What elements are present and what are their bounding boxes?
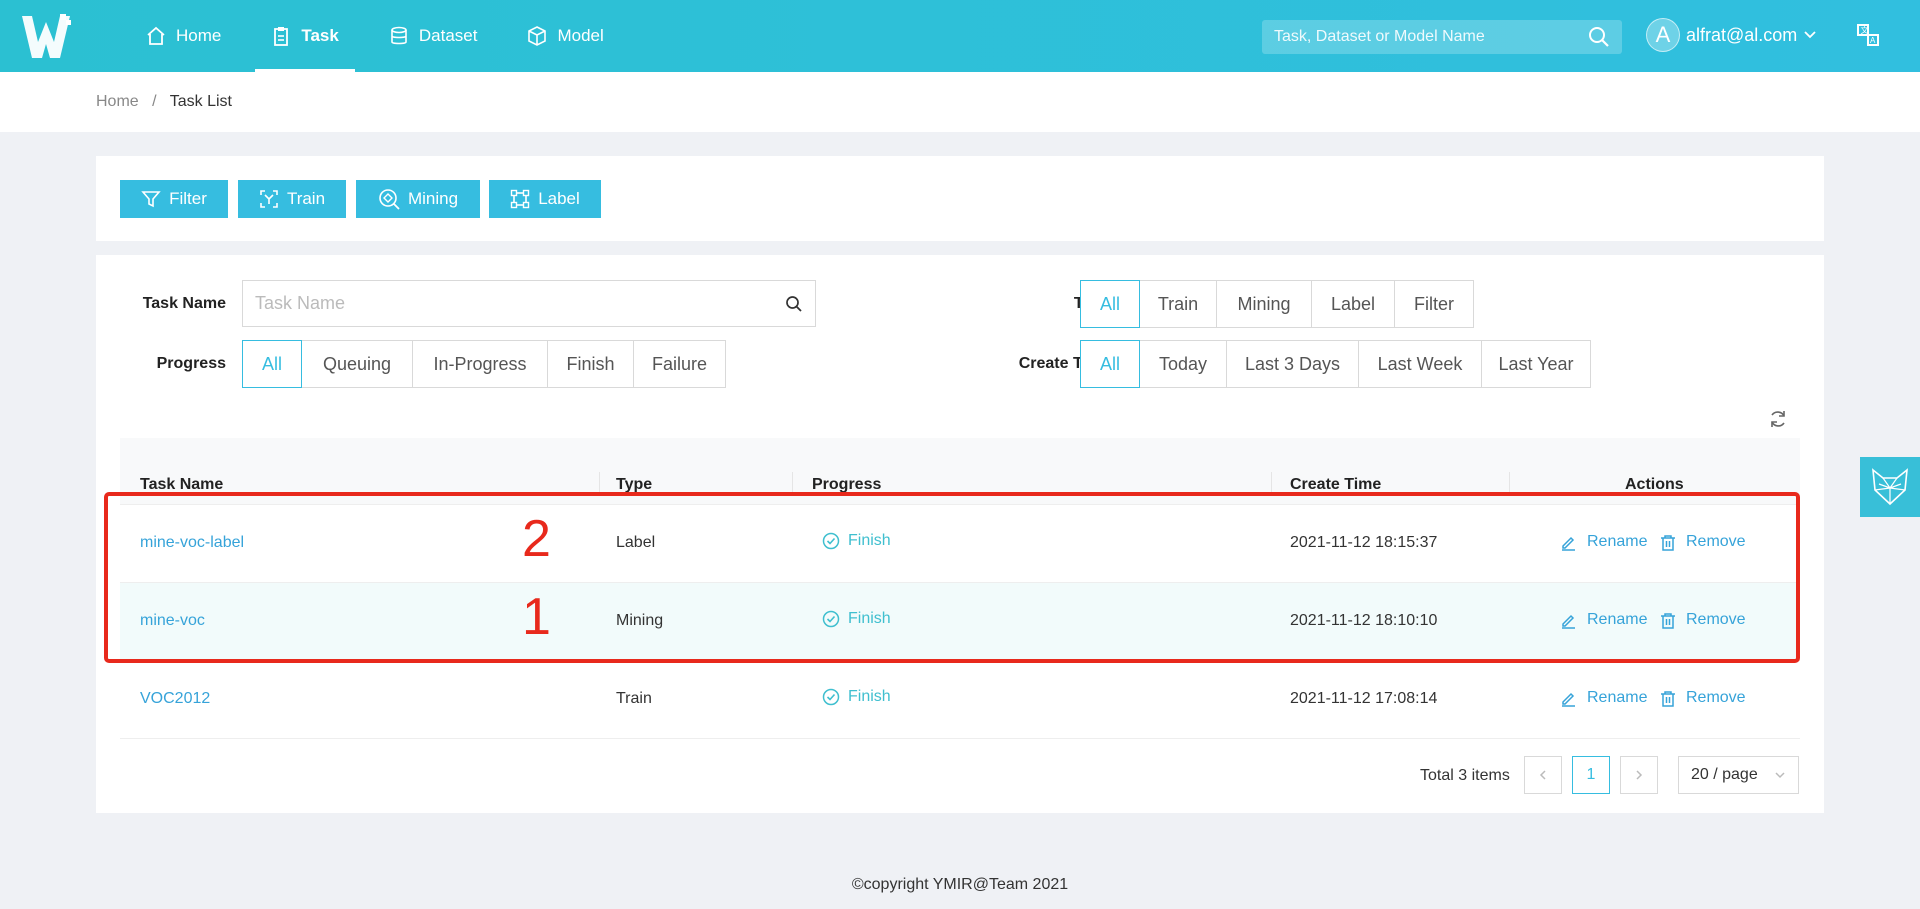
table-row: VOC2012 Train Finish 2021-11-12 17:08:14… (120, 661, 1800, 739)
breadcrumb-current: Task List (169, 93, 232, 110)
rename-label: Rename (1587, 689, 1648, 706)
type-filter-label: Type (736, 295, 1110, 313)
col-divider (599, 472, 600, 494)
train-button-label: Train (286, 189, 326, 208)
breadcrumb-bar: Home / Task List (0, 72, 1920, 132)
prev-page-button[interactable] (1524, 756, 1562, 794)
user-email: alfrat@al.com (1686, 24, 1798, 45)
train-icon (260, 190, 278, 208)
breadcrumb-separator: / (152, 93, 157, 110)
task-name-filter-label: Task Name (142, 295, 226, 312)
remove-button[interactable]: Remove (1660, 689, 1746, 707)
chevron-down-icon (1804, 31, 1816, 39)
next-page-button[interactable] (1620, 756, 1658, 794)
progress-filter: All Queuing In-Progress Finish Failure (242, 340, 726, 388)
task-type: Train (616, 690, 652, 707)
mining-button-label: Mining (407, 189, 459, 208)
rename-button[interactable]: Rename (1560, 689, 1647, 707)
time-option-last-year[interactable]: Last Year (1481, 340, 1591, 388)
clipboard-icon (274, 27, 289, 46)
filter-button[interactable]: Filter (120, 180, 228, 218)
user-menu[interactable]: A alfrat@al.com (1646, 18, 1817, 52)
filter-button-label: Filter (169, 189, 207, 208)
label-icon (510, 189, 530, 209)
progress-option-finish[interactable]: Finish (547, 340, 634, 388)
database-icon (391, 26, 407, 45)
create-time-filter-label: Create Time (1018, 355, 1110, 372)
svg-text:A: A (1870, 36, 1876, 45)
status-badge: Finish (822, 688, 891, 706)
progress-option-in-progress[interactable]: In-Progress (412, 340, 548, 388)
page-size-select[interactable]: 20 / page (1678, 756, 1799, 794)
progress-option-queuing[interactable]: Queuing (301, 340, 413, 388)
col-divider (792, 472, 793, 494)
side-assistant-widget[interactable] (1860, 457, 1920, 517)
time-option-last-3-days[interactable]: Last 3 Days (1226, 340, 1359, 388)
type-option-label[interactable]: Label (1311, 280, 1395, 328)
breadcrumb-home[interactable]: Home (96, 93, 139, 110)
col-divider (1271, 472, 1272, 494)
progress-option-all[interactable]: All (242, 340, 302, 388)
time-option-today[interactable]: Today (1139, 340, 1227, 388)
search-icon[interactable] (1588, 26, 1610, 48)
nav-dataset[interactable]: Dataset (373, 0, 494, 72)
nav-dataset-label: Dataset (418, 26, 478, 45)
language-switch-icon[interactable]: 文 A (1854, 21, 1882, 49)
status-label: Finish (848, 688, 891, 705)
col-divider (1509, 472, 1510, 494)
nav-home-label: Home (176, 26, 222, 45)
task-name-input[interactable] (255, 293, 785, 314)
task-name-link[interactable]: VOC2012 (140, 690, 210, 708)
task-name-filter[interactable] (242, 280, 816, 327)
time-option-last-week[interactable]: Last Week (1358, 340, 1482, 388)
train-button[interactable]: Train (238, 180, 346, 218)
label-button-label: Label (538, 189, 580, 208)
chevron-down-icon (1775, 772, 1785, 779)
mining-icon (379, 189, 400, 210)
label-button[interactable]: Label (489, 180, 601, 218)
footer-copyright: ©copyright YMIR@Team 2021 (851, 876, 1069, 893)
remove-label: Remove (1686, 689, 1746, 706)
nav-model[interactable]: Model (511, 0, 619, 72)
page-size-label: 20 / page (1691, 766, 1758, 783)
create-time: 2021-11-12 17:08:14 (1290, 690, 1438, 707)
chevron-left-icon (1539, 770, 1546, 780)
type-option-all[interactable]: All (1080, 280, 1140, 328)
type-option-train[interactable]: Train (1139, 280, 1217, 328)
home-icon (147, 26, 165, 45)
nav-task[interactable]: Task (255, 0, 355, 72)
filter-icon (141, 191, 161, 208)
breadcrumb: Home / Task List (96, 93, 232, 111)
main-nav: Home Task Dataset Model (130, 0, 638, 72)
time-option-all[interactable]: All (1080, 340, 1140, 388)
check-circle-icon (822, 688, 840, 706)
mining-button[interactable]: Mining (356, 180, 480, 218)
cube-icon (528, 26, 547, 46)
top-header: Home Task Dataset Model A alfrat@al.com … (0, 0, 1920, 72)
edit-icon (1562, 692, 1575, 707)
nav-model-label: Model (557, 26, 604, 45)
progress-filter-label: Progress (156, 355, 226, 372)
highlight-box (104, 492, 1800, 663)
logo-icon[interactable] (20, 12, 72, 62)
refresh-icon[interactable] (1768, 409, 1788, 429)
create-time-filter: All Today Last 3 Days Last Week Last Yea… (1080, 340, 1591, 388)
svg-text:文: 文 (1861, 25, 1869, 35)
total-items: Total 3 items (1420, 767, 1510, 784)
page-button[interactable]: 1 (1572, 756, 1610, 794)
avatar: A (1646, 18, 1680, 52)
action-toolbar: Filter Train Mining Label (96, 156, 1824, 241)
trash-icon (1661, 690, 1675, 707)
nav-home[interactable]: Home (130, 0, 237, 72)
chevron-right-icon (1636, 770, 1643, 780)
type-option-mining[interactable]: Mining (1216, 280, 1312, 328)
type-option-filter[interactable]: Filter (1394, 280, 1474, 328)
progress-option-failure[interactable]: Failure (633, 340, 726, 388)
global-search-input[interactable] (1274, 28, 1588, 46)
global-search[interactable] (1262, 20, 1622, 54)
fox-icon (1872, 468, 1908, 506)
nav-task-label: Task (301, 26, 339, 45)
type-filter: All Train Mining Label Filter (1080, 280, 1474, 328)
